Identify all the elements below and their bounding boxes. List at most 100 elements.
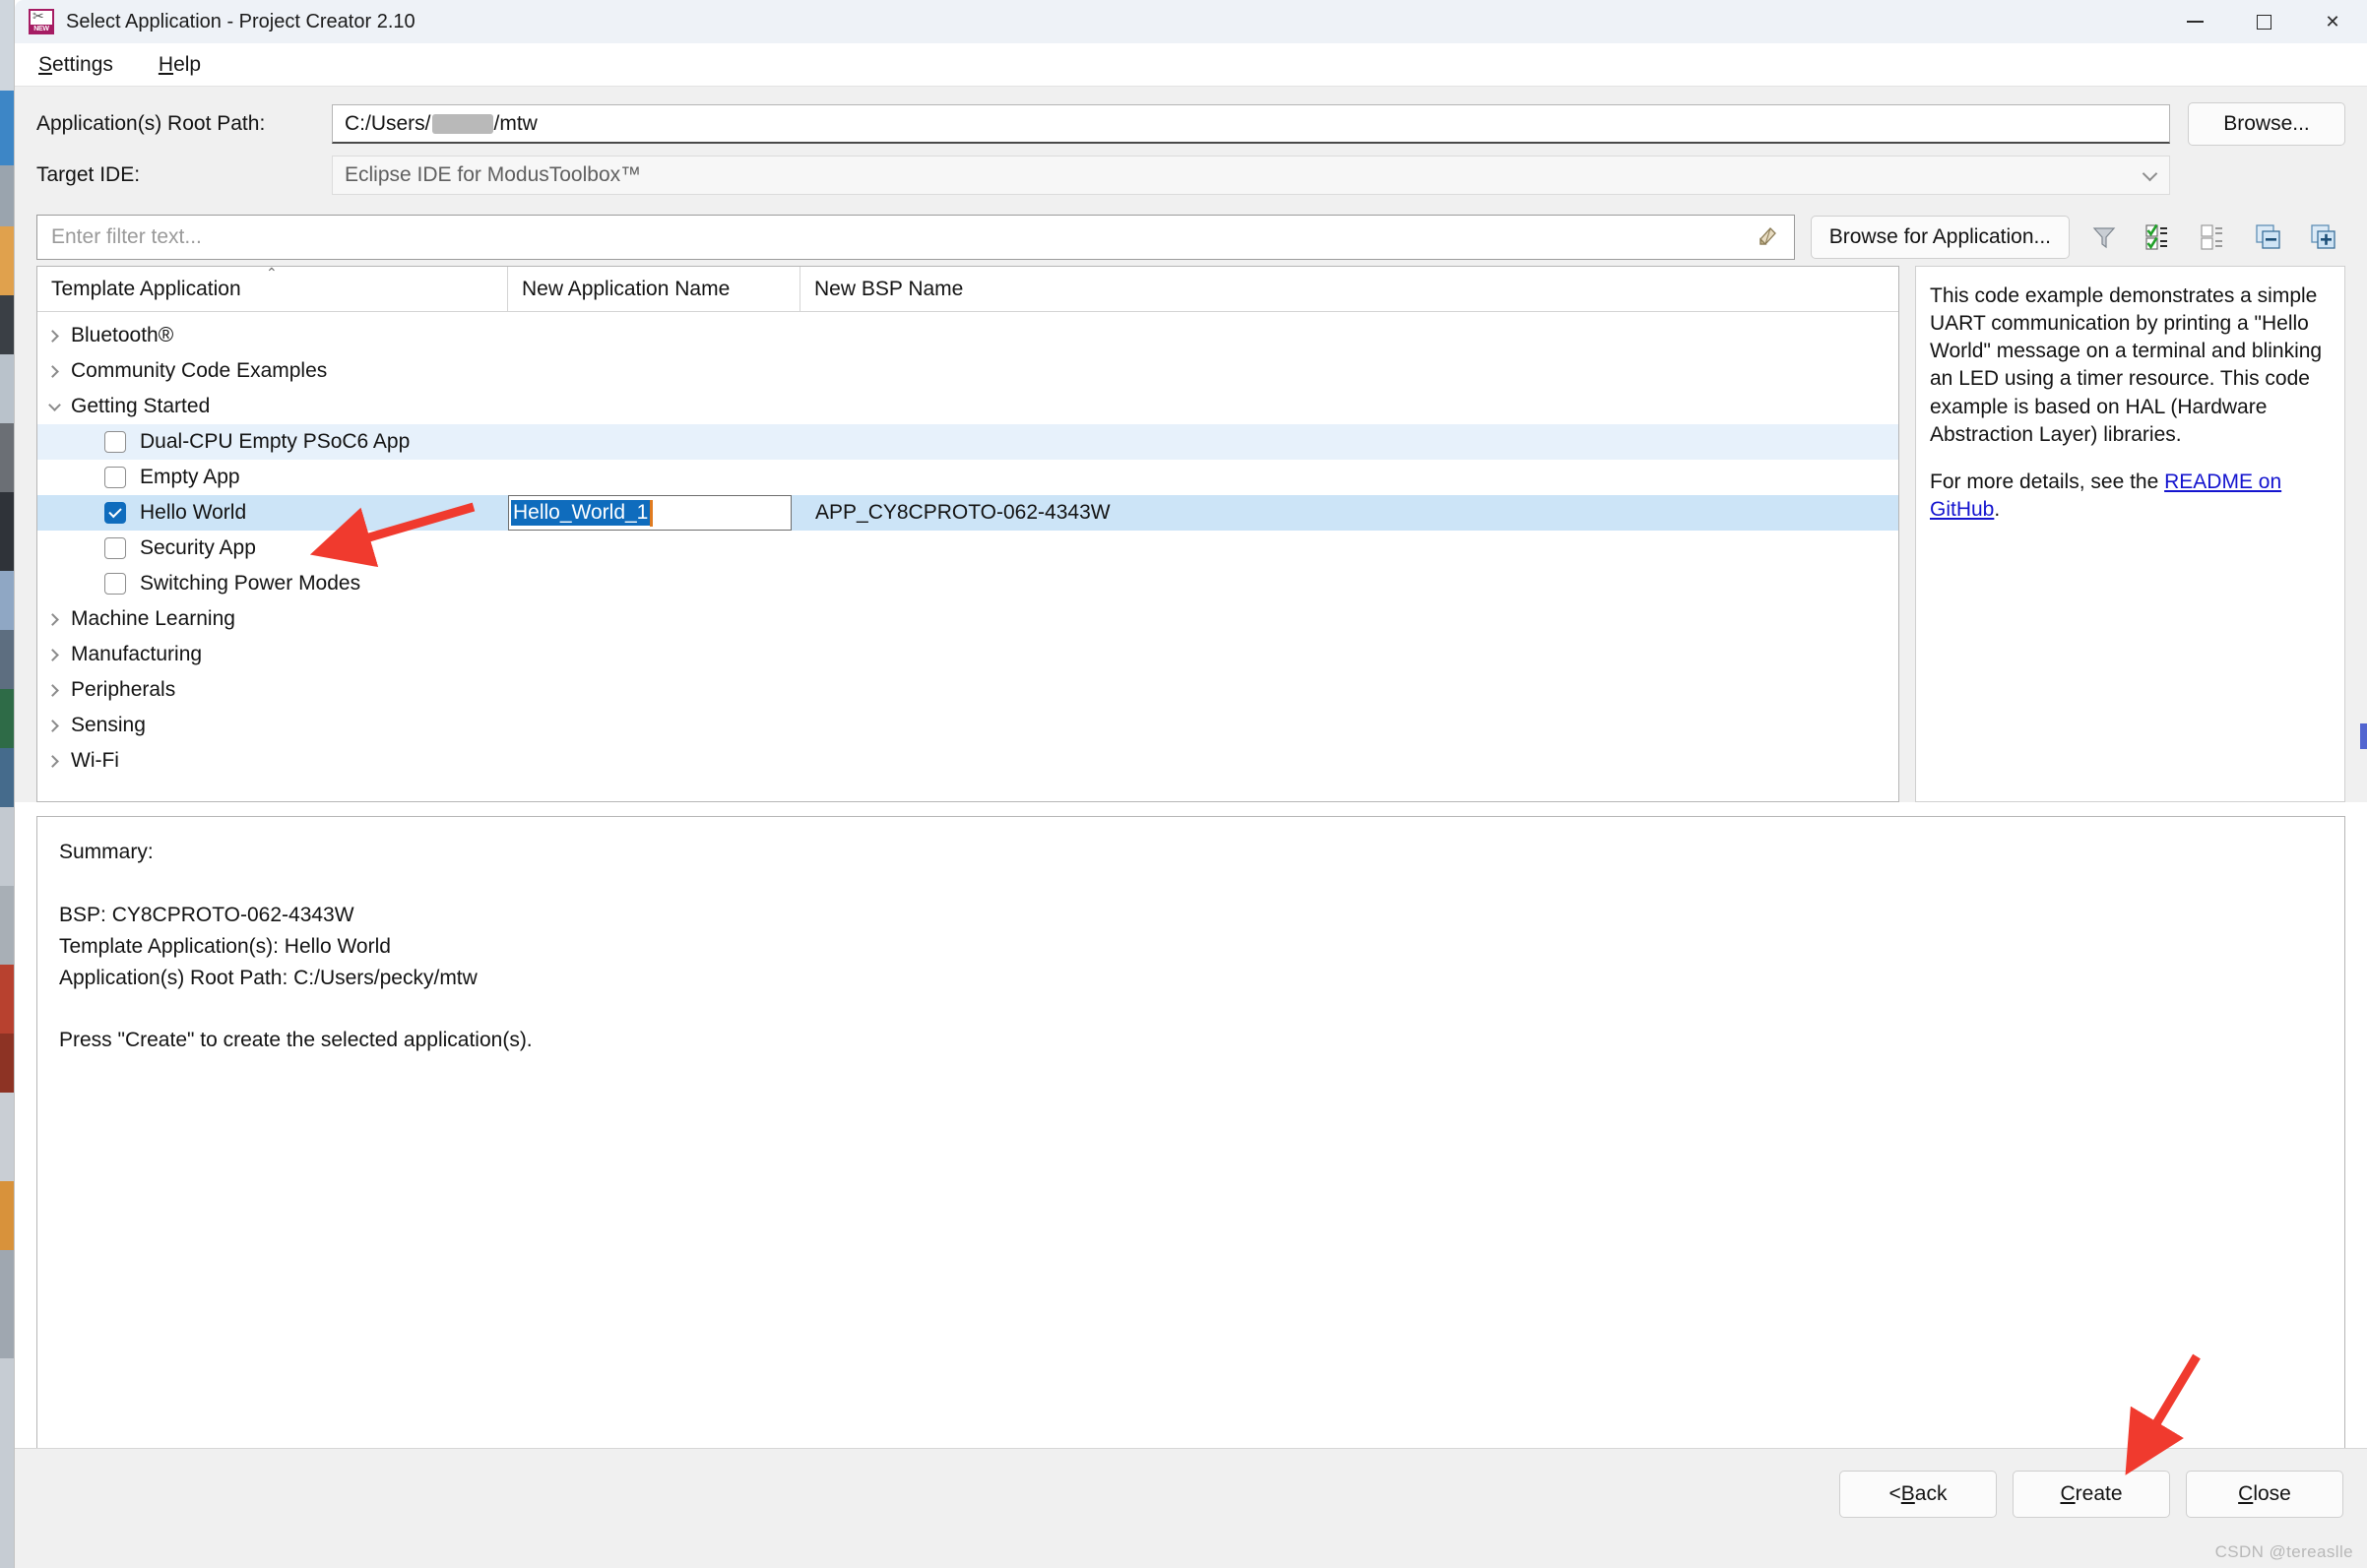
checkbox[interactable] [104,573,126,595]
menu-item-settings[interactable]: Settings [36,50,115,80]
redacted-username [432,114,493,134]
template-application-tree: Template Application ⌃ New Application N… [36,266,1899,802]
tree-node-label: Security App [140,536,256,560]
tree-row[interactable]: Dual-CPU Empty PSoC6 App [37,424,1898,460]
chevron-right-icon[interactable] [37,721,71,730]
select-all-icon[interactable] [2139,217,2180,258]
back-accel: B [1901,1482,1915,1506]
column-header-new-application-name[interactable]: New Application Name [508,267,800,311]
tree-node-label: Wi-Fi [71,749,119,773]
text-cursor [650,500,653,527]
description-prefix: For more details, see the [1930,470,2164,493]
tree-node-label: Peripherals [71,678,175,702]
filter-funnel-icon[interactable] [2083,217,2125,258]
tree-node-label: Bluetooth® [71,324,173,347]
expand-all-icon[interactable] [2304,217,2345,258]
root-path-input[interactable]: C:/Users//mtw [332,104,2170,144]
menu-help-label: elp [173,53,201,76]
column-label-appname: New Application Name [522,278,730,301]
description-paragraph-2: For more details, see the README on GitH… [1930,469,2331,524]
summary-panel: Summary: BSP: CY8CPROTO-062-4343W Templa… [36,816,2345,1495]
checkbox-checked[interactable] [104,502,126,524]
description-suffix: . [1994,498,2000,521]
collapse-all-icon[interactable] [2249,217,2290,258]
tree-node-label: Hello World [140,501,246,525]
deselect-all-icon[interactable] [2194,217,2235,258]
new-project-icon [29,9,54,34]
new-application-name-cell: Hello_World_1 [508,495,800,531]
chevron-right-icon[interactable] [37,615,71,624]
tree-row[interactable]: Community Code Examples [37,353,1898,389]
tree-row[interactable]: Getting Started [37,389,1898,424]
tree-row-hello-world[interactable]: Hello World Hello_World_1 APP_CY8CPROTO-… [37,495,1898,531]
eraser-icon[interactable] [1755,224,1780,250]
tree-row[interactable]: Switching Power Modes [37,566,1898,601]
create-accel: C [2060,1482,2075,1506]
menu-item-help[interactable]: Help [157,50,203,80]
checkbox[interactable] [104,537,126,559]
browse-button[interactable]: Browse... [2188,102,2345,146]
path-form-region: Application(s) Root Path: C:/Users//mtw … [15,87,2367,209]
chevron-right-icon[interactable] [37,651,71,659]
tree-row[interactable]: Security App [37,531,1898,566]
edge-artifact [2360,723,2367,749]
tree-row[interactable]: Bluetooth® [37,318,1898,353]
window-title: Select Application - Project Creator 2.1… [66,11,416,33]
tree-row[interactable]: Sensing [37,708,1898,743]
new-bsp-name-cell: APP_CY8CPROTO-062-4343W [815,501,1111,525]
chevron-right-icon[interactable] [37,686,71,695]
root-path-label: Application(s) Root Path: [36,112,332,136]
target-ide-row: Target IDE: Eclipse IDE for ModusToolbox… [15,150,2367,201]
tree-node-label: Switching Power Modes [140,572,360,596]
column-header-new-bsp-name[interactable]: New BSP Name [800,267,1898,311]
content-area: Browse for Application... [15,209,2367,802]
target-ide-select[interactable]: Eclipse IDE for ModusToolbox™ [332,156,2170,195]
menu-settings-accel: S [38,53,52,76]
tree-node-label: Empty App [140,466,240,489]
close-accel: C [2238,1482,2253,1506]
tree-node-label: Dual-CPU Empty PSoC6 App [140,430,410,454]
close-label: lose [2253,1482,2291,1506]
close-button[interactable]: Close [2186,1471,2343,1518]
column-label-template: Template Application [51,278,241,301]
column-header-template-application[interactable]: Template Application ⌃ [37,267,508,311]
filter-input-wrapper [36,215,1795,260]
tree-row[interactable]: Wi-Fi [37,743,1898,779]
tree-node-label: Manufacturing [71,643,202,666]
maximize-icon[interactable] [2229,0,2298,43]
filter-input[interactable] [51,225,1755,249]
create-button[interactable]: Create [2013,1471,2170,1518]
tree-node-label: Community Code Examples [71,359,327,383]
checkbox[interactable] [104,431,126,453]
description-panel: This code example demonstrates a simple … [1915,266,2345,802]
menu-settings-label: ettings [52,53,113,76]
window-controls: ✕ [2160,0,2367,43]
tree-row[interactable]: Peripherals [37,672,1898,708]
sort-ascending-icon: ⌃ [266,268,278,278]
root-path-row: Application(s) Root Path: C:/Users//mtw … [15,98,2367,150]
tree-row[interactable]: Manufacturing [37,637,1898,672]
root-path-suffix: /mtw [494,112,538,136]
menu-help-accel: H [159,53,173,76]
footer-bar: < Back Create Close CSDN @tereaslle [15,1448,2367,1568]
new-application-name-input[interactable]: Hello_World_1 [508,495,792,531]
title-bar: Select Application - Project Creator 2.1… [15,0,2367,43]
watermark: CSDN @tereaslle [2215,1542,2353,1562]
tree-node-label: Getting Started [71,395,210,418]
chevron-right-icon[interactable] [37,367,71,376]
minimize-icon[interactable] [2160,0,2229,43]
browse-for-application-button[interactable]: Browse for Application... [1811,216,2070,259]
close-icon[interactable]: ✕ [2298,0,2367,43]
chevron-down-icon[interactable] [37,405,71,409]
chevron-right-icon[interactable] [37,332,71,341]
footer-buttons: < Back Create Close [1839,1471,2343,1518]
target-ide-value: Eclipse IDE for ModusToolbox™ [345,163,641,187]
tree-toolbar: Browse for Application... [36,209,2345,266]
back-button[interactable]: < Back [1839,1471,1997,1518]
checkbox[interactable] [104,467,126,488]
description-paragraph-1: This code example demonstrates a simple … [1930,282,2331,449]
tree-row[interactable]: Machine Learning [37,601,1898,637]
chevron-right-icon[interactable] [37,757,71,766]
tree-row[interactable]: Empty App [37,460,1898,495]
project-creator-window: Select Application - Project Creator 2.1… [14,0,2367,1568]
